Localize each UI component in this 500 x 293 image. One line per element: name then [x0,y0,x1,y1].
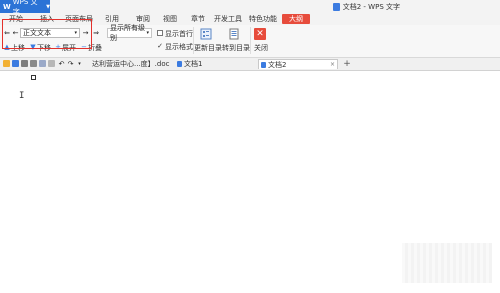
tab-label: 文档2 [268,60,287,69]
chevron-down-icon: ▼ [46,3,50,10]
text-cursor-icon: I [19,91,25,101]
outline-bullet-icon[interactable] [31,75,36,80]
collapse-label[interactable]: 折叠 [88,43,102,53]
watermark-pattern [402,243,492,283]
show-format-checkbox[interactable]: ✓ [156,42,164,50]
move-down-label[interactable]: 下移 [37,43,51,53]
tab-label: 达利营运中心...度】.doc [92,60,170,68]
document-tab-bar: ↶ ↷ ▾ 达利营运中心...度】.doc 文档1 文档2 × + [0,58,500,71]
document-icon [261,61,266,68]
display-level-value: 显示所有级别 [110,24,145,42]
app-menu-button[interactable]: W WPS 文字 ▼ [0,0,50,16]
menu-item-outline[interactable]: 大纲 [282,14,310,24]
goto-toc-button[interactable] [224,27,244,41]
tab-doc-dali[interactable]: 达利营运中心...度】.doc [88,59,170,69]
menu-item-chapter[interactable]: 章节 [188,14,208,24]
show-first-line-label: 显示首行 [165,30,193,38]
chevron-down-icon: ▾ [146,30,149,36]
menu-item-start[interactable]: 开始 [6,14,26,24]
title-bar: W WPS 文字 ▼ 文档2 - WPS 文字 [0,0,500,16]
outline-level-value: 正文文本 [23,29,51,37]
outline-level-select[interactable]: 正文文本 ▾ [20,28,80,38]
menu-item-features[interactable]: 特色功能 [248,14,278,24]
update-toc-icon [200,28,212,40]
show-first-line-checkbox[interactable] [156,29,164,37]
window-title: 文档2 - WPS 文字 [332,2,400,12]
wps-logo-icon: W [3,2,11,11]
document-icon [177,61,182,67]
tab-label: 文档1 [184,60,203,68]
expand-label[interactable]: 展开 [62,43,76,53]
tab-doc1[interactable]: 文档1 [175,59,210,69]
collapse-icon[interactable]: − [81,43,87,51]
update-toc-button[interactable] [196,27,216,41]
tab-doc2[interactable]: 文档2 × [258,59,338,69]
expand-icon[interactable]: + [55,43,61,51]
menu-item-page-layout[interactable]: 页面布局 [64,14,94,24]
print-preview-icon[interactable] [39,60,46,67]
menu-item-insert[interactable]: 插入 [37,14,57,24]
window-title-text: 文档2 - WPS 文字 [342,3,400,11]
demote-to-body-icon[interactable]: ⇒ [92,28,100,38]
format-painter-icon[interactable] [48,60,55,67]
close-outline-button[interactable]: ✕ [254,28,266,40]
chevron-down-icon: ▾ [74,30,77,36]
customize-toolbar-chevron-icon[interactable]: ▾ [76,59,83,69]
update-toc-label[interactable]: 更新目录 [194,43,222,53]
display-level-select[interactable]: 显示所有级别 ▾ [107,24,152,42]
show-format-label: 显示格式 [165,43,193,51]
separator [250,27,251,54]
close-tab-icon[interactable]: × [330,61,335,68]
close-icon: ✕ [256,29,264,39]
demote-icon[interactable]: → [82,28,89,38]
close-outline-label[interactable]: 关闭 [254,43,268,53]
checkbox-icon [157,30,163,36]
save-icon[interactable] [12,60,19,67]
menu-item-view[interactable]: 视图 [160,14,180,24]
move-up-label[interactable]: 上移 [11,43,25,53]
open-folder-icon[interactable] [3,60,10,67]
goto-toc-label[interactable]: 转到目录 [222,43,250,53]
new-tab-button[interactable]: + [342,58,352,70]
redo-icon[interactable]: ↷ [67,59,74,69]
ribbon: ⇐ ← 正文文本 ▾ → ⇒ 显示所有级别 ▾ 显示首行 ✓ 显示格式 更新目录 [0,19,500,58]
goto-toc-icon [229,28,239,40]
move-up-icon[interactable]: ▲ [4,43,10,51]
export-pdf-icon[interactable] [21,60,28,67]
menu-item-developer[interactable]: 开发工具 [213,14,243,24]
checkmark-icon: ✓ [157,42,163,50]
promote-icon[interactable]: ← [12,28,19,38]
document-editor[interactable]: I [0,71,500,293]
move-down-icon[interactable]: ▼ [30,43,36,51]
print-icon[interactable] [30,60,37,67]
document-icon [332,3,340,11]
undo-icon[interactable]: ↶ [58,59,65,69]
promote-to-heading-icon[interactable]: ⇐ [3,28,11,38]
